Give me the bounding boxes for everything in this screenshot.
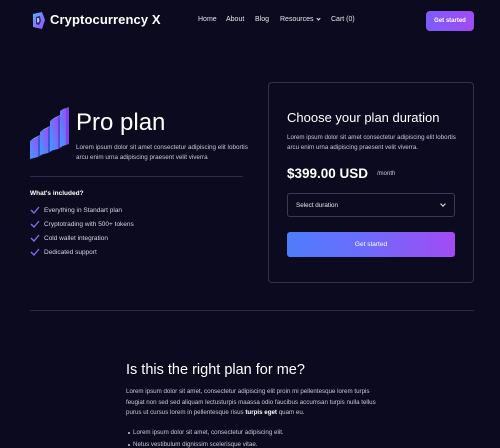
duration-select-label: Select duration [296, 202, 339, 209]
nav-link-about[interactable]: About [226, 16, 244, 23]
check-icon [30, 206, 40, 214]
nav-link-blog[interactable]: Blog [255, 16, 269, 23]
stairs-icon [30, 107, 69, 159]
brand-name[interactable]: Cryptocurrency X [50, 12, 161, 27]
plan-description: Lorem ipsum dolor sit amet consectetur a… [76, 144, 248, 161]
section-divider [30, 310, 474, 311]
feature-label: Dedicated support [44, 248, 97, 256]
top-navbar: Cryptocurrency X Home About Blog Resourc… [0, 0, 500, 42]
check-icon [30, 248, 40, 256]
plan-title: Pro plan [76, 109, 166, 136]
card-description: Lorem ipsum dolor sit amet consectetur a… [287, 134, 456, 151]
nav-dropdown-resources[interactable]: Resources [280, 16, 322, 23]
nav-link-resources-label: Resources [280, 16, 314, 23]
get-started-button[interactable]: Get started [287, 232, 455, 257]
plan-divider [30, 176, 243, 177]
section-paragraph: Lorem ipsum dolor sit amet, consectetur … [126, 387, 376, 419]
feature-label: Cryptotrading with 500+ tokens [44, 220, 134, 228]
nav-link-cart[interactable]: Cart (0) [331, 16, 355, 23]
check-icon [30, 234, 40, 242]
chevron-down-icon [316, 16, 322, 21]
section-title: Is this the right plan for me? [126, 362, 305, 378]
card-title: Choose your plan duration [287, 110, 440, 125]
feature-label: Cold wallet integration [44, 234, 108, 242]
price-period: /month [377, 171, 396, 177]
feature-label: Everything in Standart plan [44, 206, 123, 214]
feature-item: Everything in Standart plan [30, 206, 122, 214]
logo-icon[interactable] [30, 12, 46, 30]
feature-item: Cryptotrading with 500+ tokens [30, 220, 134, 228]
get-started-nav-button[interactable]: Get started [426, 11, 474, 31]
check-icon [30, 220, 40, 228]
nav-link-home[interactable]: Home [198, 16, 217, 23]
price-value: $399.00 USD [287, 166, 369, 181]
feature-item: Dedicated support [30, 248, 97, 256]
bullet-item: Lorem ipsum dolor sit amet, consectetur … [128, 429, 284, 436]
bullet-item: Netus vestibulum dignissim scelerisque v… [128, 441, 258, 448]
paragraph-text-end: quam eu. [277, 409, 305, 416]
paragraph-bold-text: turpis eget [245, 409, 277, 416]
included-heading: What's included? [30, 190, 84, 197]
feature-item: Cold wallet integration [30, 234, 108, 242]
